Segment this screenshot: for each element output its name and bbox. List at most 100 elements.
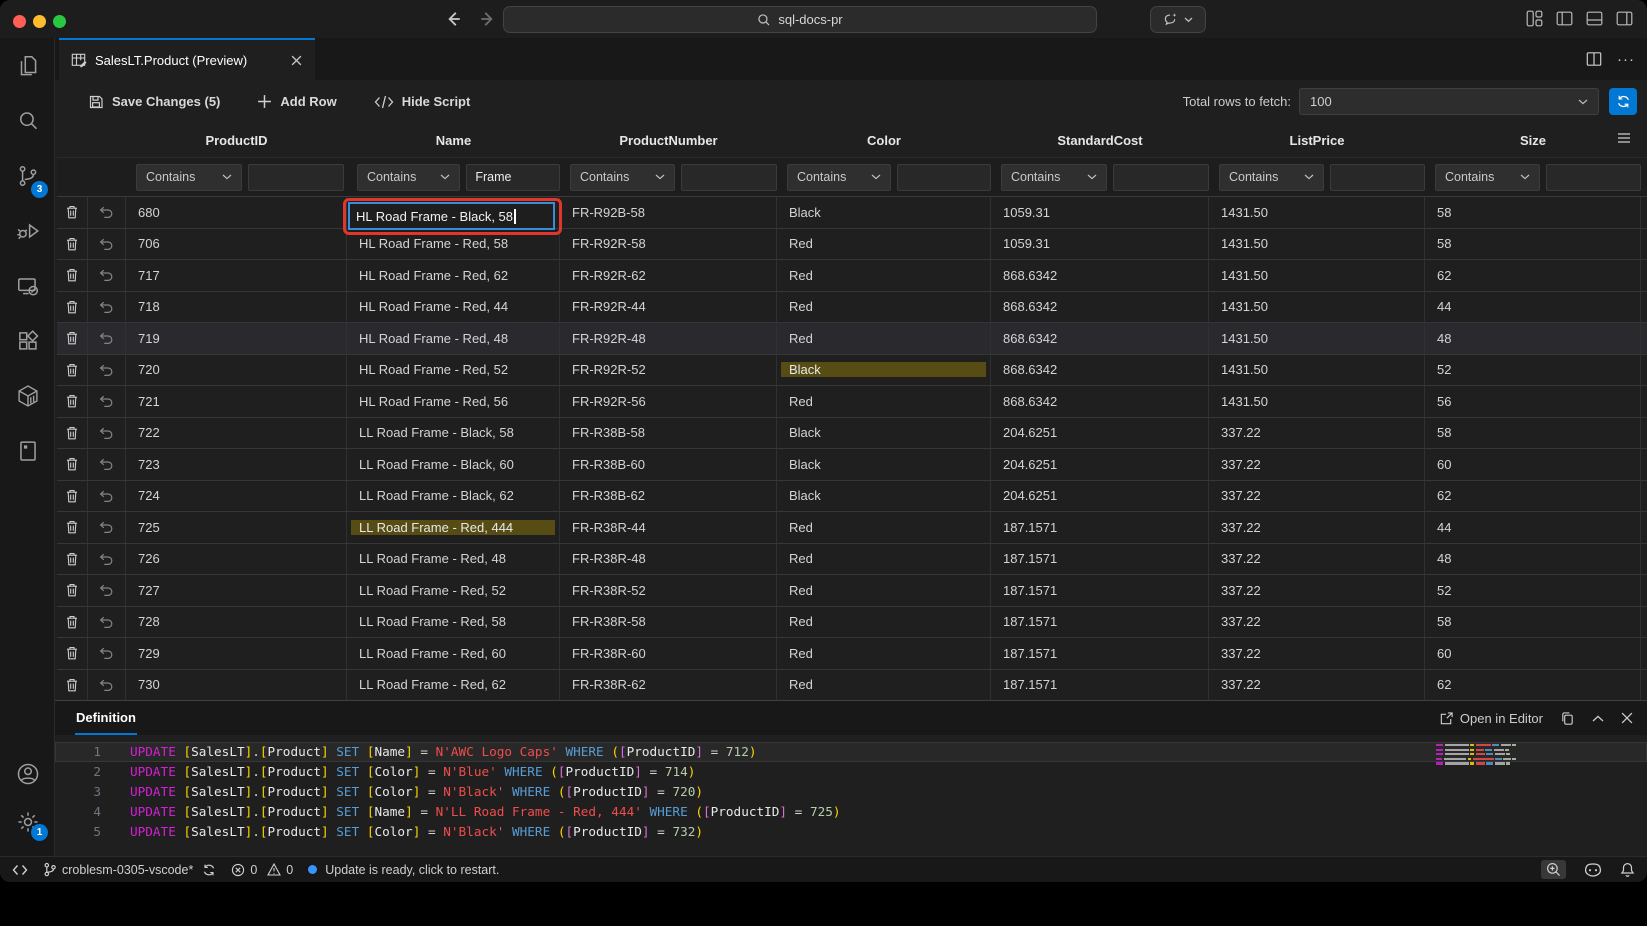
delete-row-button[interactable]	[57, 670, 88, 701]
sql-script-editor[interactable]: 1UPDATE [SalesLT].[Product] SET [Name] =…	[55, 735, 1647, 856]
cell-productid[interactable]: 725	[126, 512, 347, 543]
cell-name[interactable]: HL Road Frame - Red, 44	[347, 292, 560, 323]
cell-size[interactable]: 44	[1425, 292, 1641, 323]
cell-listprice[interactable]: 337.22	[1209, 418, 1425, 449]
notifications-bell-icon[interactable]	[1620, 862, 1635, 877]
cell-listprice[interactable]: 337.22	[1209, 512, 1425, 543]
undo-row-button[interactable]	[88, 229, 126, 260]
cell-productnumber[interactable]: FR-R38R-58	[560, 607, 777, 638]
cell-standardcost[interactable]: 1059.31	[991, 197, 1209, 228]
cell-name[interactable]: LL Road Frame - Red, 444	[347, 512, 560, 543]
cell-productnumber[interactable]: FR-R38R-48	[560, 544, 777, 575]
cell-name[interactable]: HL Road Frame - Red, 62	[347, 260, 560, 291]
filter-operator-select-size[interactable]: Contains	[1435, 164, 1540, 191]
column-menu-icon[interactable]	[1617, 133, 1631, 143]
sidebar-item-extensions[interactable]	[0, 313, 55, 368]
filter-input-name[interactable]: Frame	[466, 164, 560, 191]
cell-color[interactable]: Black	[777, 449, 991, 480]
cell-standardcost[interactable]: 868.6342	[991, 386, 1209, 417]
add-row-button[interactable]: Add Row	[257, 94, 336, 109]
delete-row-button[interactable]	[57, 323, 88, 354]
sql-line[interactable]: 3UPDATE [SalesLT].[Product] SET [Color] …	[55, 782, 1647, 802]
cell-productnumber[interactable]: FR-R92R-58	[560, 229, 777, 260]
cell-edit-input[interactable]: HL Road Frame - Black, 58	[348, 202, 555, 230]
cell-listprice[interactable]: 1431.50	[1209, 260, 1425, 291]
cell-listprice[interactable]: 337.22	[1209, 481, 1425, 512]
cell-size[interactable]: 62	[1425, 260, 1641, 291]
cell-productid[interactable]: 729	[126, 638, 347, 669]
cell-size[interactable]: 58	[1425, 418, 1641, 449]
cell-size[interactable]: 44	[1425, 512, 1641, 543]
cell-name[interactable]: LL Road Frame - Red, 60	[347, 638, 560, 669]
filter-input-color[interactable]	[897, 164, 991, 191]
cell-size[interactable]: 48	[1425, 544, 1641, 575]
cell-size[interactable]: 60	[1425, 449, 1641, 480]
cell-standardcost[interactable]: 868.6342	[991, 355, 1209, 386]
cell-color[interactable]: Black	[777, 355, 991, 386]
cell-name[interactable]: HL Road Frame - Red, 56	[347, 386, 560, 417]
delete-row-button[interactable]	[57, 638, 88, 669]
cell-color[interactable]: Red	[777, 386, 991, 417]
filter-input-listprice[interactable]	[1330, 164, 1425, 191]
cell-name-editing[interactable]: HL Road Frame - Black, 58	[347, 197, 560, 228]
cell-productnumber[interactable]: FR-R38B-60	[560, 449, 777, 480]
column-header-productnumber[interactable]: ProductNumber	[560, 133, 777, 148]
cell-color[interactable]: Red	[777, 292, 991, 323]
cell-productnumber[interactable]: FR-R92R-52	[560, 355, 777, 386]
filter-operator-select-standardcost[interactable]: Contains	[1001, 164, 1107, 191]
sidebar-item-containers[interactable]	[0, 368, 55, 423]
save-changes-button[interactable]: Save Changes (5)	[88, 94, 220, 110]
cell-productnumber[interactable]: FR-R92R-56	[560, 386, 777, 417]
cell-size[interactable]: 60	[1425, 638, 1641, 669]
cell-name[interactable]: LL Road Frame - Black, 60	[347, 449, 560, 480]
cell-color[interactable]: Red	[777, 575, 991, 606]
delete-row-button[interactable]	[57, 292, 88, 323]
forward-button[interactable]	[479, 10, 497, 28]
cell-productid[interactable]: 727	[126, 575, 347, 606]
cell-standardcost[interactable]: 187.1571	[991, 575, 1209, 606]
filter-input-productnumber[interactable]	[681, 164, 777, 191]
cell-productnumber[interactable]: FR-R38R-60	[560, 638, 777, 669]
cell-productid[interactable]: 706	[126, 229, 347, 260]
cell-standardcost[interactable]: 187.1571	[991, 512, 1209, 543]
cell-productid[interactable]: 680	[126, 197, 347, 228]
delete-row-button[interactable]	[57, 481, 88, 512]
cell-name[interactable]: LL Road Frame - Red, 48	[347, 544, 560, 575]
cell-standardcost[interactable]: 187.1571	[991, 638, 1209, 669]
sql-line[interactable]: 5UPDATE [SalesLT].[Product] SET [Color] …	[55, 822, 1647, 842]
column-header-listprice[interactable]: ListPrice	[1209, 133, 1425, 148]
cell-color[interactable]: Red	[777, 544, 991, 575]
cell-productid[interactable]: 722	[126, 418, 347, 449]
filter-operator-select-listprice[interactable]: Contains	[1219, 164, 1324, 191]
cell-color[interactable]: Red	[777, 229, 991, 260]
sidebar-item-remote-explorer[interactable]	[0, 258, 55, 313]
undo-row-button[interactable]	[88, 638, 126, 669]
undo-row-button[interactable]	[88, 575, 126, 606]
split-editor-icon[interactable]	[1586, 51, 1602, 67]
cell-listprice[interactable]: 337.22	[1209, 544, 1425, 575]
customize-layout-icon[interactable]	[1526, 10, 1543, 27]
cell-listprice[interactable]: 1431.50	[1209, 292, 1425, 323]
sidebar-item-source-control[interactable]: 3	[0, 148, 55, 203]
toggle-secondary-sidebar-icon[interactable]	[1616, 10, 1633, 27]
cell-name[interactable]: HL Road Frame - Red, 58	[347, 229, 560, 260]
cell-standardcost[interactable]: 868.6342	[991, 323, 1209, 354]
cell-listprice[interactable]: 337.22	[1209, 638, 1425, 669]
undo-row-button[interactable]	[88, 449, 126, 480]
refresh-button[interactable]	[1609, 88, 1637, 115]
cell-name[interactable]: LL Road Frame - Black, 58	[347, 418, 560, 449]
cell-standardcost[interactable]: 204.6251	[991, 418, 1209, 449]
cell-standardcost[interactable]: 187.1571	[991, 670, 1209, 701]
cell-productnumber[interactable]: FR-R92R-48	[560, 323, 777, 354]
filter-input-size[interactable]	[1546, 164, 1641, 191]
column-header-standardcost[interactable]: StandardCost	[991, 133, 1209, 148]
cell-name[interactable]: LL Road Frame - Red, 58	[347, 607, 560, 638]
cell-listprice[interactable]: 337.22	[1209, 607, 1425, 638]
cell-listprice[interactable]: 1431.50	[1209, 386, 1425, 417]
column-header-productid[interactable]: ProductID	[126, 133, 347, 148]
fetch-rows-select[interactable]: 100	[1299, 88, 1599, 115]
cell-productnumber[interactable]: FR-R38R-62	[560, 670, 777, 701]
cell-standardcost[interactable]: 868.6342	[991, 292, 1209, 323]
cell-color[interactable]: Red	[777, 607, 991, 638]
cell-size[interactable]: 58	[1425, 197, 1641, 228]
